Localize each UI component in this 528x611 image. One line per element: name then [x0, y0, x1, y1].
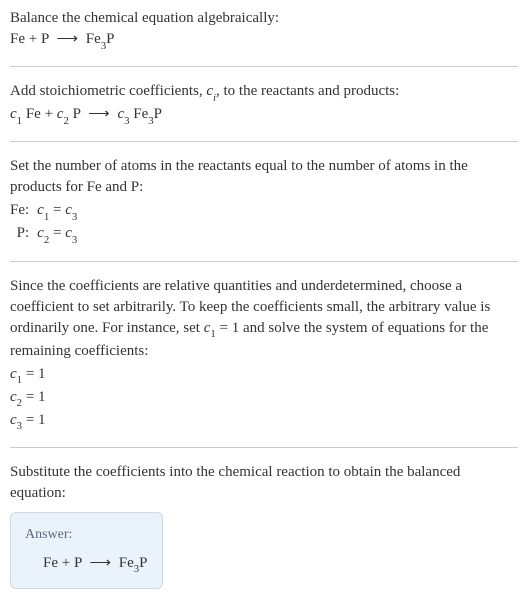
- arrow-icon: ⟶: [88, 104, 110, 125]
- coefficient-solutions: c1 = 1 c2 = 1 c3 = 1: [10, 364, 518, 433]
- eq-rhs-p: P: [106, 31, 114, 47]
- eq-rhs-sub: 3: [101, 40, 106, 52]
- eq-rhs-sub: 3: [134, 563, 139, 575]
- divider: [10, 141, 518, 142]
- answer-label: Answer:: [25, 525, 148, 545]
- c2s: 2: [63, 115, 68, 127]
- eq-lhs: Fe + P: [10, 31, 49, 47]
- lhs-c: c: [37, 225, 44, 241]
- c1s: 1: [17, 115, 22, 127]
- element-label: Fe:: [10, 200, 37, 223]
- c1: c: [10, 106, 17, 122]
- s: 2: [17, 397, 22, 409]
- v: = 1: [22, 366, 45, 382]
- balanced-equation: Fe + P ⟶ Fe3P: [25, 553, 148, 576]
- atom-equation-table: Fe: c1 = c3 P: c2 = c3: [10, 200, 77, 246]
- sp1: Fe +: [22, 106, 57, 122]
- element-equation: c1 = c3: [37, 200, 77, 223]
- section-balance-intro: Balance the chemical equation algebraica…: [10, 8, 518, 52]
- list-item: c2 = 1: [10, 387, 518, 410]
- lhs-s: 1: [44, 211, 49, 223]
- rhs-s: 3: [72, 234, 77, 246]
- ceq: = 1: [216, 320, 239, 336]
- arrow-icon: ⟶: [57, 29, 79, 50]
- list-item: c3 = 1: [10, 410, 518, 433]
- rhs-s: 3: [72, 211, 77, 223]
- lhs-s: 2: [44, 234, 49, 246]
- divider: [10, 447, 518, 448]
- intro-text: Add stoichiometric coefficients, ci, to …: [10, 81, 518, 104]
- c3s: 3: [124, 115, 129, 127]
- sp3: Fe: [130, 106, 149, 122]
- c: c: [10, 366, 17, 382]
- table-row: Fe: c1 = c3: [10, 200, 77, 223]
- element-label: P:: [10, 223, 37, 246]
- ci-var: c: [206, 83, 213, 99]
- lhs-c: c: [37, 202, 44, 218]
- sp4: P: [154, 106, 162, 122]
- element-equation: c2 = c3: [37, 223, 77, 246]
- rhs-c: c: [65, 202, 72, 218]
- eq-rhs-p: P: [139, 555, 147, 571]
- intro-text: Set the number of atoms in the reactants…: [10, 156, 518, 198]
- answer-box: Answer: Fe + P ⟶ Fe3P: [10, 512, 163, 589]
- list-item: c1 = 1: [10, 364, 518, 387]
- section-atom-equations: Set the number of atoms in the reactants…: [10, 156, 518, 246]
- rhs-c: c: [65, 225, 72, 241]
- fe3s: 3: [148, 115, 153, 127]
- divider: [10, 261, 518, 262]
- ci-sub: i: [213, 92, 216, 104]
- equation-with-coefs: c1 Fe + c2 P ⟶ c3 Fe3P: [10, 104, 518, 127]
- intro-b: , to the reactants and products:: [216, 83, 399, 99]
- eq-sign: =: [49, 225, 65, 241]
- intro-text: Substitute the coefficients into the che…: [10, 462, 518, 504]
- intro-a: Add stoichiometric coefficients,: [10, 83, 206, 99]
- csub: 1: [210, 328, 215, 340]
- intro-text: Balance the chemical equation algebraica…: [10, 8, 518, 29]
- equation-unbalanced: Fe + P ⟶ Fe3P: [10, 29, 518, 52]
- s: 1: [17, 374, 22, 386]
- eq-rhs-fe: Fe: [119, 555, 134, 571]
- sp2: P: [69, 106, 81, 122]
- section-substitute: Substitute the coefficients into the che…: [10, 462, 518, 589]
- section-solve: Since the coefficients are relative quan…: [10, 276, 518, 433]
- v: = 1: [22, 389, 45, 405]
- eq-rhs-fe: Fe: [86, 31, 101, 47]
- c: c: [10, 412, 17, 428]
- arrow-icon: ⟶: [90, 553, 112, 574]
- divider: [10, 66, 518, 67]
- table-row: P: c2 = c3: [10, 223, 77, 246]
- section-add-coefficients: Add stoichiometric coefficients, ci, to …: [10, 81, 518, 127]
- s: 3: [17, 420, 22, 432]
- eq-lhs: Fe + P: [43, 555, 82, 571]
- intro-text: Since the coefficients are relative quan…: [10, 276, 518, 362]
- v: = 1: [22, 412, 45, 428]
- c: c: [10, 389, 17, 405]
- eq-sign: =: [49, 202, 65, 218]
